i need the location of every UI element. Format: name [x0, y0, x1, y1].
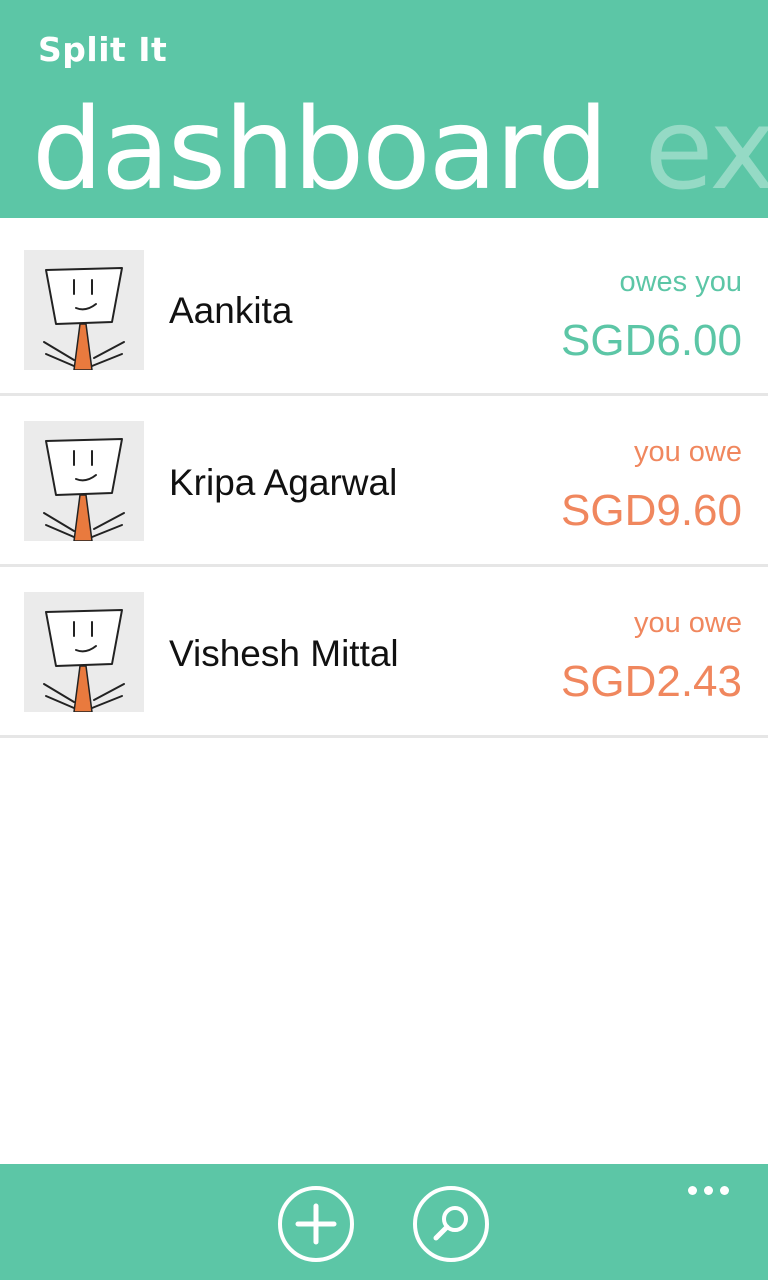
- more-icon-dot: [720, 1186, 729, 1195]
- friend-name: Aankita: [169, 290, 293, 331]
- balance-amount: SGD2.43: [561, 657, 742, 706]
- app-title: Split It: [38, 30, 168, 69]
- more-icon: [688, 1186, 697, 1195]
- friend-name: Kripa Agarwal: [169, 462, 398, 503]
- balance-status: you owe: [633, 607, 742, 639]
- pivot-item-dashboard[interactable]: dashboard: [32, 85, 608, 215]
- avatar-placeholder-icon: [43, 438, 125, 541]
- more-icon-dot: [704, 1186, 713, 1195]
- avatar: [24, 592, 144, 712]
- list-item[interactable]: Kripa Agarwal you owe SGD9.60: [0, 396, 768, 567]
- pivot-header: dashboard exp: [32, 80, 768, 218]
- pivot-item-expenses[interactable]: exp: [644, 85, 768, 215]
- avatar-placeholder-icon: [43, 267, 125, 370]
- avatar-placeholder-icon: [43, 609, 125, 712]
- add-button[interactable]: [278, 1186, 354, 1262]
- add-icon: [295, 1203, 337, 1245]
- balance-amount: SGD9.60: [561, 486, 742, 535]
- balance-amount: SGD6.00: [561, 316, 742, 365]
- avatar: [24, 250, 144, 370]
- search-icon: [433, 1206, 468, 1241]
- friends-list: Aankita owes you SGD6.00 Kripa Agarwal y…: [0, 218, 768, 738]
- search-button[interactable]: [413, 1186, 489, 1262]
- screen: Split It dashboard exp Aankita owes you S…: [0, 0, 768, 1280]
- friend-name: Vishesh Mittal: [169, 633, 399, 674]
- list-item[interactable]: Vishesh Mittal you owe SGD2.43: [0, 567, 768, 738]
- balance-status: owes you: [619, 266, 742, 298]
- avatar: [24, 421, 144, 541]
- list-item[interactable]: Aankita owes you SGD6.00: [0, 218, 768, 396]
- more-button[interactable]: [684, 1182, 734, 1202]
- balance-status: you owe: [633, 436, 742, 468]
- app-bar: [0, 1164, 768, 1280]
- header: Split It dashboard exp: [0, 0, 768, 218]
